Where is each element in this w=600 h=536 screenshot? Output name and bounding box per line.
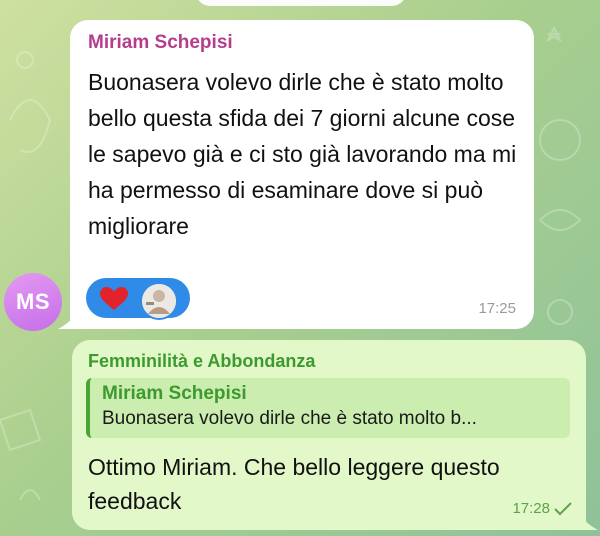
- message-text: Ottimo Miriam. Che bello leggere questo …: [88, 454, 500, 514]
- incoming-message-bubble[interactable]: Miriam Schepisi Buonasera volevo dirle c…: [58, 20, 534, 329]
- check-icon: [554, 501, 572, 515]
- message-meta: 17:28: [512, 500, 572, 517]
- avatar-initials: MS: [16, 289, 50, 314]
- reply-quote[interactable]: Miriam Schepisi Buonasera volevo dirle c…: [86, 378, 570, 438]
- reactions-pill[interactable]: [86, 278, 190, 320]
- bubble-tail: [58, 311, 78, 329]
- message-timestamp: 17:25: [478, 300, 516, 317]
- previous-message-edge: [196, 0, 406, 6]
- message-sender-name[interactable]: Miriam Schepisi: [88, 32, 233, 54]
- message-text: Buonasera volevo dirle che è stato molto…: [88, 69, 517, 239]
- message-sender-name[interactable]: Femminilità e Abbondanza: [88, 351, 315, 372]
- outgoing-message-bubble[interactable]: Femminilità e Abbondanza Miriam Schepisi…: [72, 340, 598, 530]
- avatar[interactable]: MS: [4, 273, 62, 331]
- heart-icon: [100, 287, 128, 310]
- quote-sender-name: Miriam Schepisi: [102, 383, 247, 404]
- quote-text: Buonasera volevo dirle che è stato molto…: [102, 408, 477, 429]
- reactor-avatar: [140, 282, 178, 320]
- bubble-tail: [578, 512, 598, 530]
- message-timestamp: 17:28: [512, 500, 550, 517]
